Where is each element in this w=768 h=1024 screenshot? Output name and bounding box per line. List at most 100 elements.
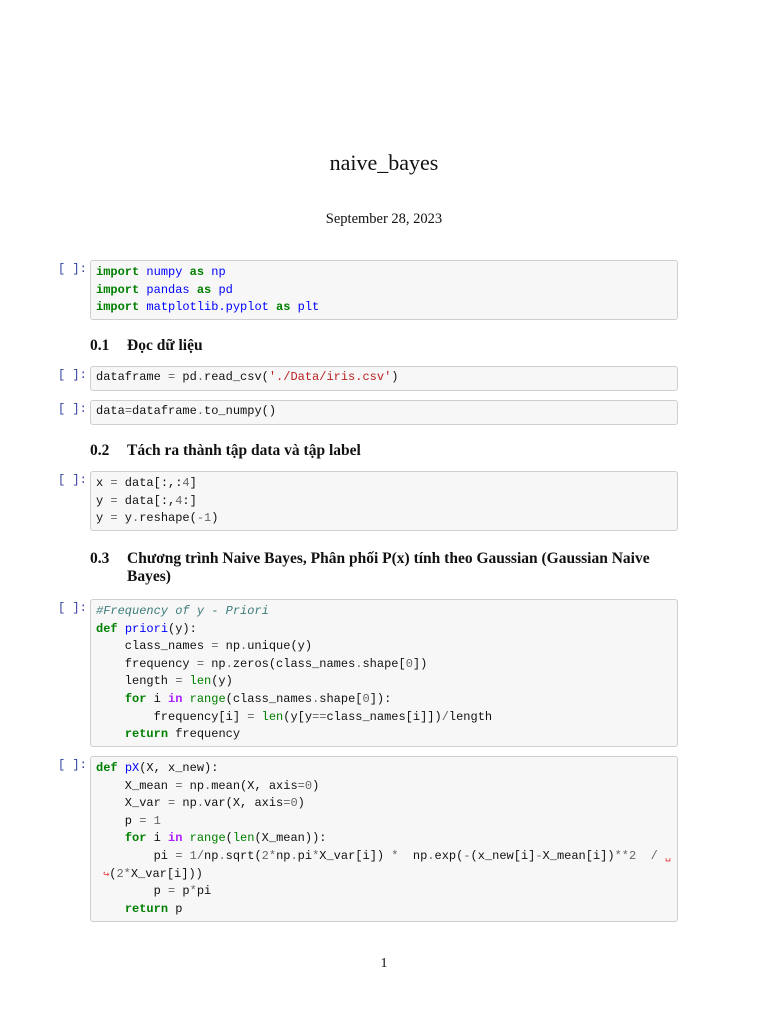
code-token: length xyxy=(448,709,493,724)
code-token: matplotlib.pyplot xyxy=(146,300,269,315)
code-token: import xyxy=(96,300,140,315)
heading-text: Tách ra thành tập data và tập label xyxy=(127,442,361,459)
code-token: . xyxy=(218,848,226,863)
cell-prompt: [ ]: xyxy=(58,758,87,772)
code-token: ]) xyxy=(412,656,428,671)
code-input[interactable]: data=dataframe.to_numpy() xyxy=(90,400,678,425)
code-token: length xyxy=(96,674,176,689)
code-token: np xyxy=(175,796,197,811)
code-token: priori xyxy=(124,621,169,636)
code-token: return xyxy=(124,727,169,742)
code-line: p = 1 xyxy=(96,813,672,831)
code-token: ) xyxy=(297,796,305,811)
code-token: . xyxy=(225,656,233,671)
code-token: data[:,: xyxy=(117,476,183,490)
code-token: return xyxy=(124,901,169,916)
code-input[interactable]: #Frequency of y - Priori def priori(y): c… xyxy=(90,599,678,747)
code-line: class_names = np.unique(y) xyxy=(96,638,672,656)
code-line: def priori(y): xyxy=(96,621,672,639)
code-line: #Frequency of y - Priori xyxy=(96,603,672,621)
code-token: np xyxy=(398,848,428,863)
code-token: np xyxy=(204,848,219,863)
code-token: pandas xyxy=(146,282,190,297)
code-token: np xyxy=(182,778,205,793)
code-token: as xyxy=(189,265,205,279)
code-token: exp( xyxy=(434,848,464,863)
code-token: plt xyxy=(297,300,320,315)
code-line: X_var = np.var(X, axis=0) xyxy=(96,795,672,813)
code-line: pi = 1/np.sqrt(2*np.pi*X_var[i]) * np.ex… xyxy=(96,848,672,866)
code-token: import xyxy=(96,282,140,297)
code-token: ( xyxy=(225,831,233,846)
code-token: = xyxy=(124,404,133,418)
code-token: 2 xyxy=(261,848,269,863)
code-token: class_names xyxy=(96,639,212,654)
code-token: 1 xyxy=(153,813,161,828)
code-line: data=dataframe.to_numpy() xyxy=(96,403,672,421)
code-token: X_var[i]) xyxy=(319,848,392,863)
code-token: as xyxy=(196,282,212,297)
document-title: naive_bayes xyxy=(329,150,439,175)
code-token: * xyxy=(189,884,197,899)
code-input[interactable]: def pX(X, x_new): X_mean = np.mean(X, ax… xyxy=(90,756,678,922)
code-token: X_var[i])) xyxy=(130,866,203,881)
code-token: zeros(class_names xyxy=(232,656,356,671)
code-token: 1 xyxy=(189,848,197,863)
code-token: i xyxy=(146,831,169,846)
code-token: - xyxy=(535,848,543,863)
code-token: shape[ xyxy=(319,691,363,706)
code-token: y xyxy=(96,493,111,508)
code-line: p = p*pi xyxy=(96,883,672,901)
code-token: ) xyxy=(391,370,399,384)
document-date: September 28, 2023 xyxy=(325,211,443,227)
code-token: 4 xyxy=(182,476,190,490)
code-input[interactable]: import numpy as np import pandas as pd imp… xyxy=(90,260,678,320)
code-token: x xyxy=(96,476,111,490)
code-token: class_names[i]]) xyxy=(326,709,442,724)
code-token: frequency[i] xyxy=(96,709,248,724)
code-token: np xyxy=(211,265,226,279)
code-token: = xyxy=(110,511,118,526)
code-token: np xyxy=(204,656,226,671)
code-line: return frequency xyxy=(96,726,672,744)
code-token: def xyxy=(96,761,118,775)
code-token: -1 xyxy=(196,511,212,526)
code-token: pi xyxy=(96,848,176,863)
code-line: for i in range(class_names.shape[0]): xyxy=(96,691,672,709)
code-token: frequency xyxy=(96,656,197,671)
code-cell-imports[interactable]: [ ]: import numpy as np import pandas as … xyxy=(58,260,678,320)
section-heading-0-1: 0.1 Đọc dữ liệu xyxy=(90,337,680,355)
code-token: frequency xyxy=(168,727,241,742)
code-token: 0 xyxy=(290,796,298,811)
code-token: - xyxy=(463,848,471,863)
code-token: * xyxy=(391,848,399,863)
code-token: = xyxy=(196,656,205,671)
code-token: ** xyxy=(614,848,629,863)
code-token: len xyxy=(232,831,255,846)
code-token: = xyxy=(110,476,118,490)
code-input[interactable]: x = data[:,:4] y = data[:,4:] y = y.reshap… xyxy=(90,471,678,531)
code-token: var(X, axis xyxy=(204,796,284,811)
code-token: . xyxy=(196,404,205,418)
code-token: pd xyxy=(175,370,197,384)
heading-number: 0.2 xyxy=(90,442,110,459)
code-input[interactable]: dataframe = pd.read_csv('./Data/iris.csv… xyxy=(90,366,678,391)
heading-text: Chương trình Naive Bayes, Phân phối P(x)… xyxy=(127,550,650,585)
code-token: 0 xyxy=(405,656,413,671)
code-token: './Data/iris.csv' xyxy=(268,370,392,384)
cell-prompt: [ ]: xyxy=(58,368,87,382)
code-token: (y[y xyxy=(283,709,313,724)
code-token: pi xyxy=(297,848,313,863)
code-line: dataframe = pd.read_csv('./Data/iris.csv… xyxy=(96,369,672,387)
code-token: / xyxy=(196,848,205,863)
